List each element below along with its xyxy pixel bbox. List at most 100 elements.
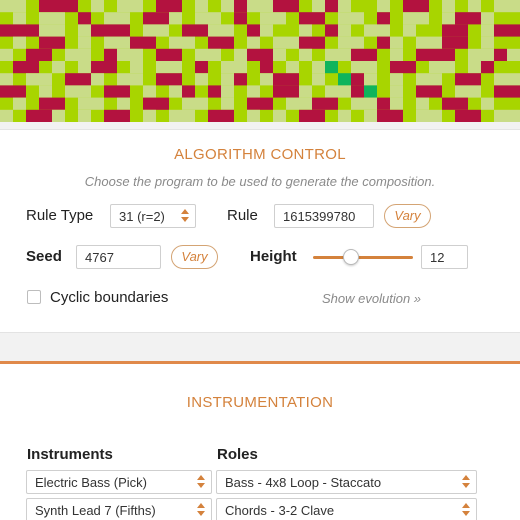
pattern-cell (0, 85, 13, 98)
pattern-cell (481, 36, 494, 49)
pattern-cell (143, 36, 156, 49)
pattern-cell (156, 24, 169, 37)
pattern-cell (169, 48, 182, 61)
pattern-cell (312, 97, 325, 110)
pattern-cell (195, 61, 208, 74)
pattern-cell (247, 85, 260, 98)
rule-vary-button[interactable]: Vary (384, 204, 431, 228)
pattern-cell (143, 12, 156, 25)
pattern-cell (39, 12, 52, 25)
seed-vary-button[interactable]: Vary (171, 245, 218, 269)
pattern-cell (416, 109, 429, 122)
pattern-cell (169, 61, 182, 74)
pattern-cell (377, 36, 390, 49)
pattern-cell (455, 85, 468, 98)
pattern-cell (195, 73, 208, 86)
pattern-cell (169, 36, 182, 49)
pattern-cell (429, 85, 442, 98)
rule-input[interactable]: 1615399780 (274, 204, 374, 228)
pattern-cell (312, 61, 325, 74)
pattern-cell (0, 48, 13, 61)
pattern-cell (52, 97, 65, 110)
pattern-cell (325, 61, 338, 74)
pattern-cell (221, 24, 234, 37)
pattern-cell (78, 61, 91, 74)
pattern-cell (52, 61, 65, 74)
height-slider-thumb[interactable] (343, 249, 359, 265)
cyclic-boundaries-checkbox[interactable] (27, 290, 41, 304)
algorithm-control-title: ALGORITHM CONTROL (174, 146, 346, 163)
rule-type-value: 31 (r=2) (119, 209, 165, 224)
pattern-cell (351, 61, 364, 74)
pattern-cell (182, 85, 195, 98)
pattern-cell (273, 36, 286, 49)
pattern-cell (39, 24, 52, 37)
pattern-cell (143, 97, 156, 110)
pattern-cell (156, 97, 169, 110)
pattern-cell (208, 24, 221, 37)
pattern-cell (13, 24, 26, 37)
seed-label: Seed (26, 248, 62, 265)
pattern-cell (377, 0, 390, 13)
instrument-select-2[interactable]: Synth Lead 7 (Fifths) (26, 498, 212, 520)
pattern-cell (338, 0, 351, 13)
pattern-cell (442, 12, 455, 25)
pattern-cell (403, 0, 416, 13)
pattern-cell (143, 109, 156, 122)
algorithm-control-subtitle: Choose the program to be used to generat… (84, 174, 436, 189)
pattern-cell (494, 0, 507, 13)
pattern-cell (65, 85, 78, 98)
pattern-cell (65, 0, 78, 13)
pattern-cell (39, 0, 52, 13)
pattern-cell (468, 12, 481, 25)
automaton-pattern (0, 0, 520, 122)
pattern-cell (403, 61, 416, 74)
role-select-1[interactable]: Bass - 4x8 Loop - Staccato (216, 470, 477, 494)
roles-column-label: Roles (217, 446, 258, 463)
instrumentation-title: INSTRUMENTATION (186, 394, 334, 411)
pattern-cell (455, 36, 468, 49)
pattern-cell (208, 85, 221, 98)
instrument-select-1[interactable]: Electric Bass (Pick) (26, 470, 212, 494)
pattern-cell (39, 73, 52, 86)
pattern-cell (442, 24, 455, 37)
pattern-cell (390, 61, 403, 74)
height-input[interactable]: 12 (421, 245, 468, 269)
show-evolution-link[interactable]: Show evolution » (322, 291, 421, 306)
pattern-cell (390, 97, 403, 110)
pattern-cell (364, 97, 377, 110)
height-slider[interactable] (313, 248, 413, 268)
pattern-cell (507, 24, 520, 37)
role-select-1-value: Bass - 4x8 Loop - Staccato (225, 475, 382, 490)
pattern-cell (182, 97, 195, 110)
pattern-cell (130, 36, 143, 49)
pattern-cell (273, 0, 286, 13)
pattern-cell (455, 12, 468, 25)
rule-type-select[interactable]: 31 (r=2) (110, 204, 196, 228)
pattern-cell (78, 85, 91, 98)
pattern-cell (39, 36, 52, 49)
pattern-cell (338, 73, 351, 86)
pattern-cell (130, 48, 143, 61)
pattern-cell (195, 24, 208, 37)
pattern-cell (390, 48, 403, 61)
pattern-cell (286, 85, 299, 98)
cyclic-boundaries-label: Cyclic boundaries (50, 289, 169, 306)
role-select-2[interactable]: Chords - 3-2 Clave (216, 498, 477, 520)
pattern-cell (273, 109, 286, 122)
pattern-cell (104, 109, 117, 122)
pattern-cell (494, 85, 507, 98)
pattern-cell (0, 24, 13, 37)
pattern-cell (286, 97, 299, 110)
seed-input[interactable]: 4767 (76, 245, 161, 269)
pattern-cell (39, 97, 52, 110)
pattern-cell (234, 12, 247, 25)
pattern-cell (494, 48, 507, 61)
pattern-cell (0, 73, 13, 86)
pattern-cell (13, 97, 26, 110)
pattern-cell (416, 73, 429, 86)
rule-type-label: Rule Type (26, 207, 94, 224)
pattern-cell (351, 85, 364, 98)
pattern-cell (338, 109, 351, 122)
pattern-cell (442, 97, 455, 110)
